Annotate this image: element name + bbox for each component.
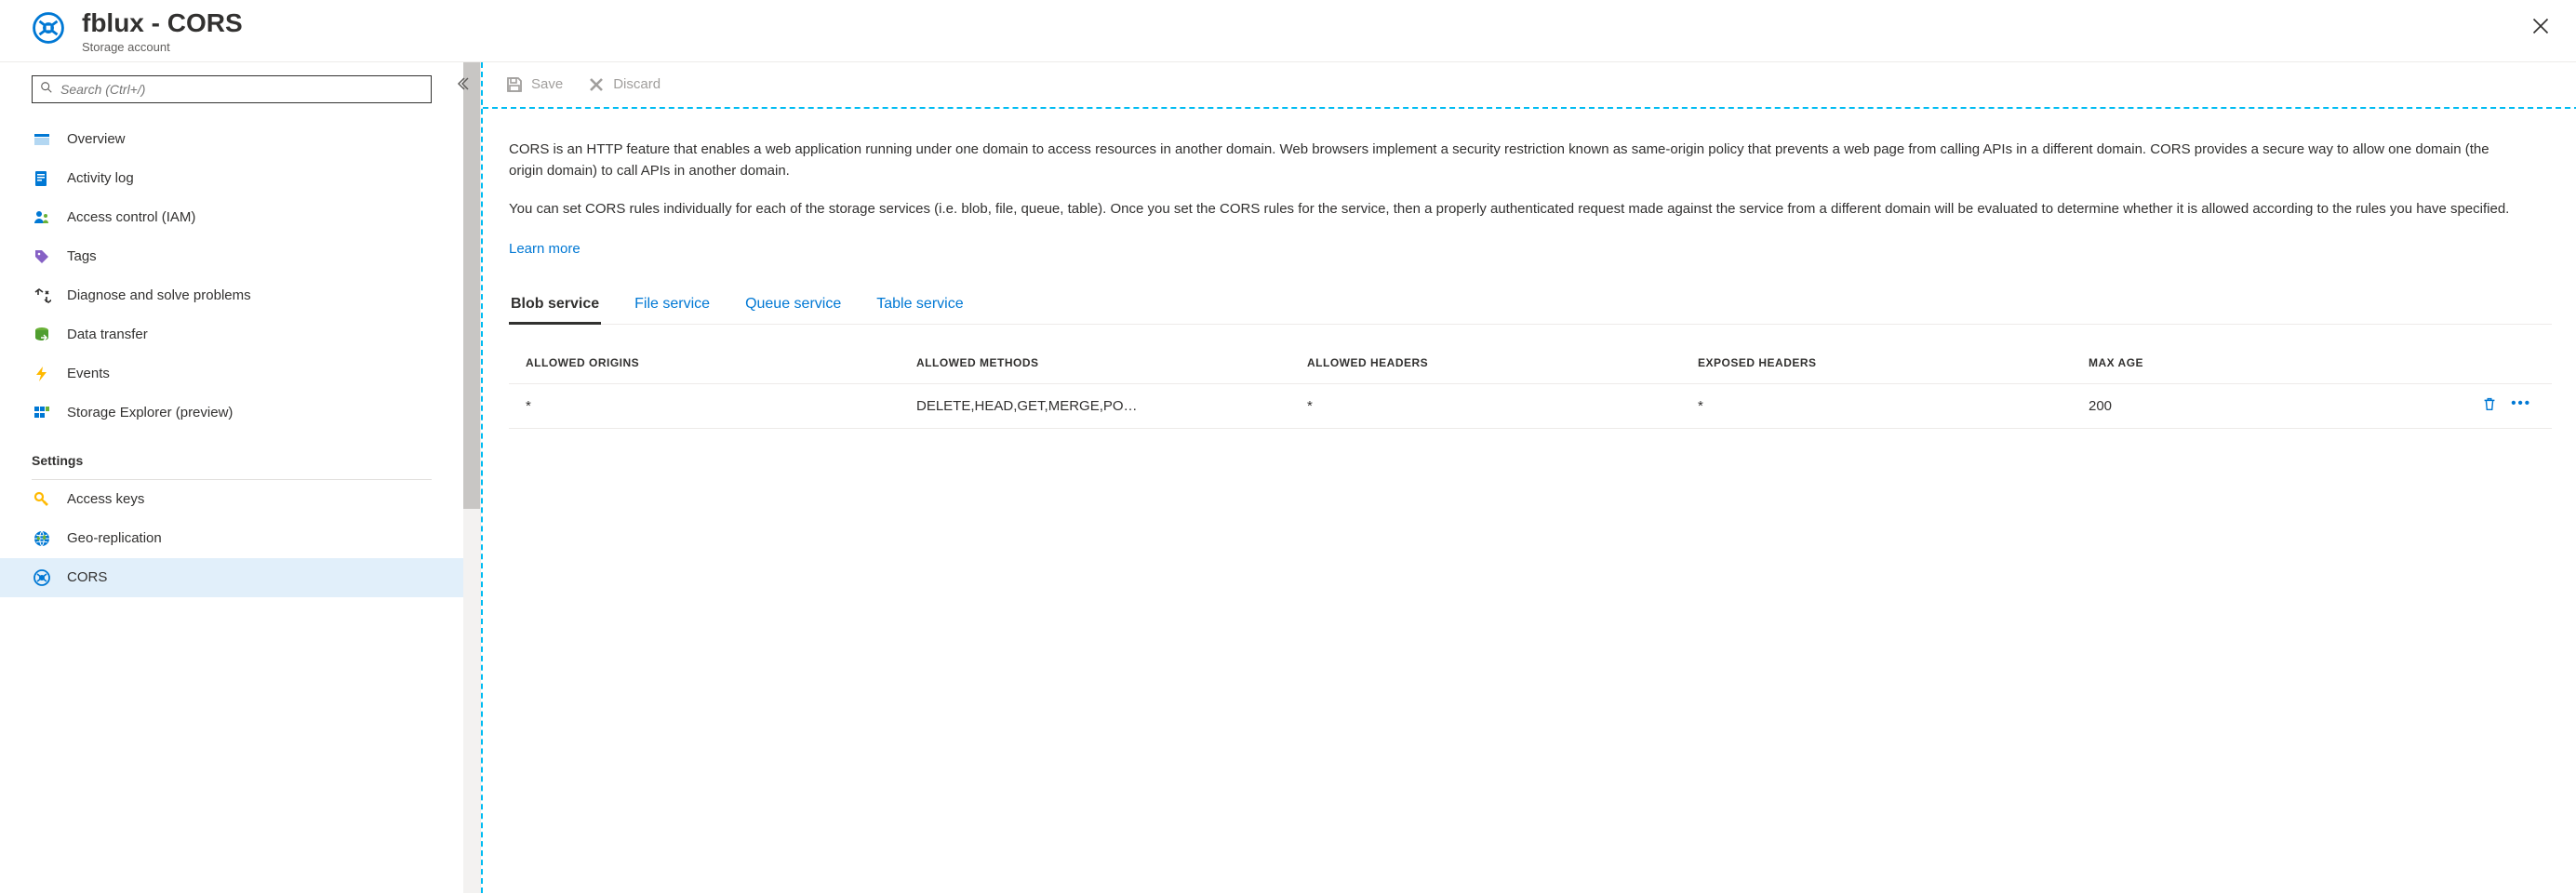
cell-allowed-origins: * [526, 398, 916, 414]
sidebar-item-access-control[interactable]: Access control (IAM) [0, 198, 463, 237]
sidebar-item-activity-log[interactable]: Activity log [0, 159, 463, 198]
events-icon [32, 364, 52, 384]
col-allowed-origins: ALLOWED ORIGINS [526, 356, 916, 369]
page-subtitle: Storage account [82, 40, 243, 54]
activity-log-icon [32, 168, 52, 189]
collapse-sidebar-icon[interactable] [452, 73, 473, 94]
sidebar-item-label: Data transfer [67, 327, 148, 342]
cors-rules-table: ALLOWED ORIGINS ALLOWED METHODS ALLOWED … [509, 343, 2552, 429]
service-tabs: Blob service File service Queue service … [509, 290, 2552, 325]
table-header-row: ALLOWED ORIGINS ALLOWED METHODS ALLOWED … [509, 343, 2552, 384]
scrollbar-thumb[interactable] [463, 62, 480, 509]
access-control-icon [32, 207, 52, 228]
main-panel: Save Discard CORS is an HTTP feature tha… [481, 62, 2576, 893]
sidebar-item-data-transfer[interactable]: Data transfer [0, 315, 463, 354]
overview-icon [32, 129, 52, 150]
sidebar-item-access-keys[interactable]: Access keys [0, 480, 463, 519]
page-title: fblux - CORS [82, 9, 243, 38]
sidebar: Overview Activity log Access control (IA… [0, 62, 481, 893]
storage-account-icon [30, 9, 67, 47]
discard-label: Discard [613, 76, 661, 92]
tab-file-service[interactable]: File service [633, 290, 712, 324]
cors-icon [32, 567, 52, 588]
geo-replication-icon [32, 528, 52, 549]
tab-blob-service[interactable]: Blob service [509, 290, 601, 325]
access-keys-icon [32, 489, 52, 510]
search-field[interactable] [60, 82, 423, 97]
sidebar-item-label: Access control (IAM) [67, 209, 195, 225]
sidebar-item-diagnose[interactable]: Diagnose and solve problems [0, 276, 463, 315]
save-label: Save [531, 76, 563, 92]
sidebar-item-cors[interactable]: CORS [0, 558, 463, 597]
sidebar-item-overview[interactable]: Overview [0, 120, 463, 159]
sidebar-item-label: Access keys [67, 491, 144, 507]
discard-button[interactable]: Discard [587, 75, 661, 94]
sidebar-item-label: Activity log [67, 170, 134, 186]
col-allowed-methods: ALLOWED METHODS [916, 356, 1307, 369]
table-row[interactable]: * DELETE,HEAD,GET,MERGE,PO… * * 200 ••• [509, 384, 2552, 429]
sidebar-item-label: CORS [67, 569, 107, 585]
description-paragraph-2: You can set CORS rules individually for … [509, 198, 2518, 220]
sidebar-item-storage-explorer[interactable]: Storage Explorer (preview) [0, 394, 463, 433]
data-transfer-icon [32, 325, 52, 345]
sidebar-item-label: Diagnose and solve problems [67, 287, 251, 303]
col-max-age: MAX AGE [2089, 356, 2451, 369]
sidebar-item-events[interactable]: Events [0, 354, 463, 394]
sidebar-item-geo-replication[interactable]: Geo-replication [0, 519, 463, 558]
sidebar-item-label: Storage Explorer (preview) [67, 405, 233, 420]
row-more-icon[interactable]: ••• [2511, 395, 2531, 416]
sidebar-item-tags[interactable]: Tags [0, 237, 463, 276]
cell-exposed-headers: * [1698, 398, 2089, 414]
page-header: fblux - CORS Storage account [0, 0, 2576, 62]
cell-allowed-methods: DELETE,HEAD,GET,MERGE,PO… [916, 398, 1307, 414]
description-paragraph-1: CORS is an HTTP feature that enables a w… [509, 139, 2518, 182]
sidebar-item-label: Events [67, 366, 110, 381]
close-button[interactable] [2524, 9, 2557, 43]
save-button[interactable]: Save [505, 75, 563, 94]
search-input[interactable] [32, 75, 432, 103]
delete-row-icon[interactable] [2481, 395, 2498, 416]
learn-more-link[interactable]: Learn more [509, 241, 581, 257]
cell-max-age: 200 [2089, 398, 2451, 414]
search-icon [40, 81, 53, 97]
tags-icon [32, 247, 52, 267]
sidebar-section-settings: Settings [0, 433, 463, 475]
toolbar: Save Discard [483, 62, 2576, 109]
sidebar-item-label: Tags [67, 248, 97, 264]
sidebar-scrollbar[interactable] [463, 62, 480, 893]
tab-queue-service[interactable]: Queue service [743, 290, 843, 324]
sidebar-item-label: Geo-replication [67, 530, 162, 546]
cell-allowed-headers: * [1307, 398, 1698, 414]
diagnose-icon [32, 286, 52, 306]
col-exposed-headers: EXPOSED HEADERS [1698, 356, 2089, 369]
col-allowed-headers: ALLOWED HEADERS [1307, 356, 1698, 369]
sidebar-item-label: Overview [67, 131, 126, 147]
storage-explorer-icon [32, 403, 52, 423]
tab-table-service[interactable]: Table service [874, 290, 965, 324]
